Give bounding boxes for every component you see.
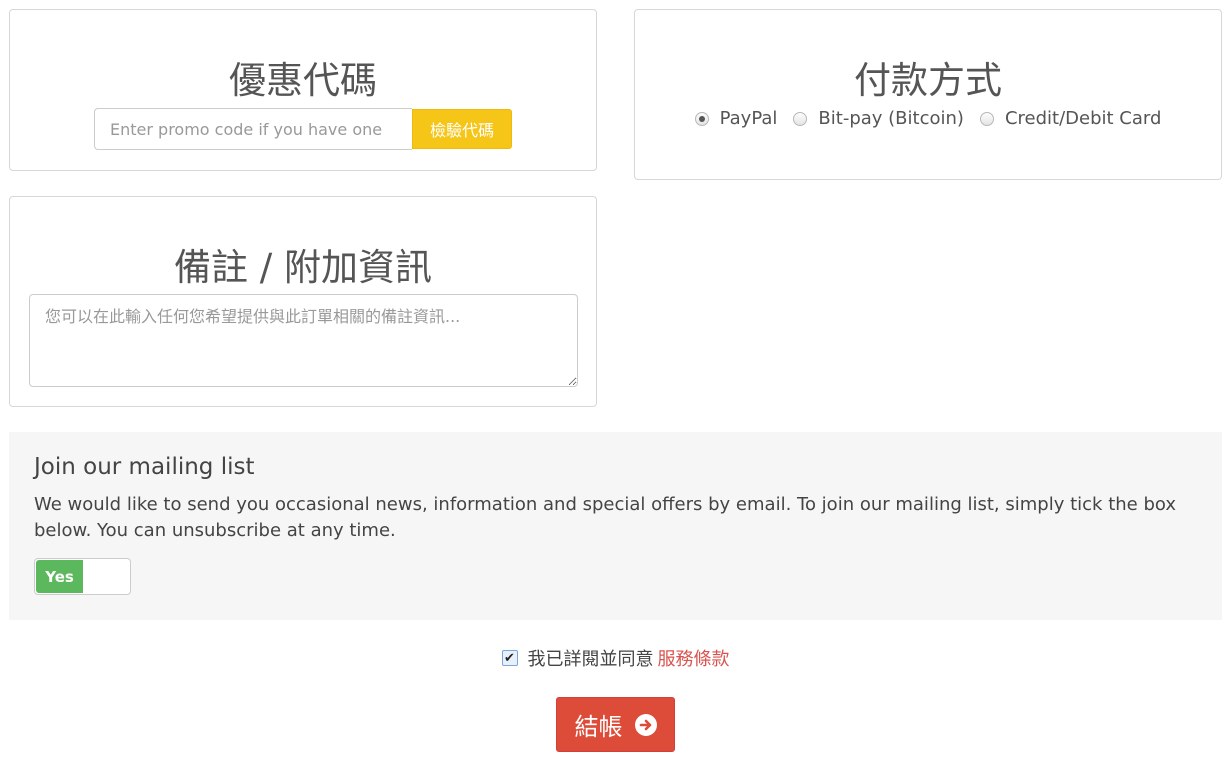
mailing-list-toggle[interactable]: Yes [34,558,131,595]
payment-option-label: Bit-pay (Bitcoin) [818,108,964,129]
terms-checkbox[interactable]: ✔ [501,650,518,666]
promo-code-input[interactable] [94,108,412,150]
validate-code-button[interactable]: 檢驗代碼 [412,109,512,149]
payment-method-title: 付款方式 [854,59,1002,102]
mailing-list-section: Join our mailing list We would like to s… [9,432,1222,620]
terms-text: 我已詳閱並同意 [527,649,654,670]
payment-method-panel: 付款方式 PayPal Bit-pay (Bitcoin) Credit/Deb… [634,9,1222,180]
checkout-button[interactable]: 結帳 [556,697,675,752]
order-notes-panel: 備註 / 附加資訊 [9,196,597,407]
terms-of-service-link[interactable]: 服務條款 [658,645,730,671]
mailing-list-description: We would like to send you occasional new… [34,494,1176,541]
arrow-circle-right-icon [634,713,657,736]
payment-option-card[interactable]: Credit/Debit Card [979,108,1162,129]
card-radio[interactable] [979,111,994,126]
toggle-yes-label: Yes [36,560,83,593]
terms-agreement: ✔ 我已詳閱並同意 服務條款 [0,645,1231,671]
order-notes-textarea[interactable] [29,294,578,387]
mailing-list-title: Join our mailing list [34,454,255,480]
payment-option-bitpay[interactable]: Bit-pay (Bitcoin) [793,108,964,129]
promo-code-title: 優惠代碼 [229,59,377,102]
checkout-label: 結帳 [574,713,623,741]
payment-option-label: PayPal [719,108,778,129]
paypal-radio[interactable] [694,111,709,126]
payment-option-paypal[interactable]: PayPal [694,108,778,129]
bitpay-radio[interactable] [793,111,808,126]
promo-code-panel: 優惠代碼 檢驗代碼 [9,9,597,171]
promo-code-row: 檢驗代碼 [94,108,512,150]
order-notes-title: 備註 / 附加資訊 [174,246,432,289]
payment-options: PayPal Bit-pay (Bitcoin) Credit/Debit Ca… [635,108,1221,129]
payment-option-label: Credit/Debit Card [1004,108,1162,129]
